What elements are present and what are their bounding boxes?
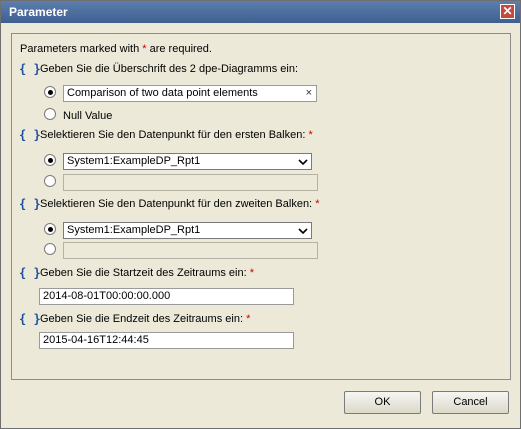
clear-icon[interactable]: ×: [306, 87, 312, 99]
parameter-panel: Parameters marked with * are required. {…: [11, 33, 511, 380]
dialog-title: Parameter: [9, 5, 68, 19]
ok-button[interactable]: OK: [344, 391, 421, 414]
first-dp-custom-input[interactable]: [63, 174, 318, 191]
param-braces-icon: { }: [19, 128, 41, 142]
param-braces-icon: { }: [19, 266, 41, 280]
start-time-input[interactable]: 2014-08-01T00:00:00.000: [39, 288, 294, 305]
end-time-input[interactable]: 2015-04-16T12:44:45: [39, 332, 294, 349]
heading-input[interactable]: Comparison of two data point elements ×: [63, 85, 317, 102]
title-bar[interactable]: Parameter ✕: [1, 1, 520, 23]
start-time-label: Geben Sie die Startzeit des Zeitraums ei…: [40, 267, 255, 279]
second-dp-custom-input[interactable]: [63, 242, 318, 259]
chevron-down-icon: [298, 228, 308, 235]
cancel-button[interactable]: Cancel: [432, 391, 509, 414]
heading-value-radio[interactable]: [44, 86, 56, 98]
chevron-down-icon: [298, 159, 308, 166]
required-note: Parameters marked with * are required.: [20, 43, 212, 55]
parameter-dialog: Parameter ✕ Parameters marked with * are…: [0, 0, 521, 429]
end-time-label: Geben Sie die Endzeit des Zeitraums ein:…: [40, 313, 251, 325]
second-dp-label: Selektieren Sie den Datenpunkt für den z…: [40, 198, 320, 210]
close-button[interactable]: ✕: [500, 4, 515, 19]
param-braces-icon: { }: [19, 62, 41, 76]
param-braces-icon: { }: [19, 312, 41, 326]
first-dp-label: Selektieren Sie den Datenpunkt für den e…: [40, 129, 313, 141]
null-value-label: Null Value: [63, 110, 113, 122]
heading-param-label: Geben Sie die Überschrift des 2 dpe-Diag…: [40, 63, 299, 75]
param-braces-icon: { }: [19, 197, 41, 211]
first-dp-select-radio[interactable]: [44, 154, 56, 166]
second-dp-dropdown[interactable]: System1:ExampleDP_Rpt1: [63, 222, 312, 239]
close-icon: ✕: [502, 4, 513, 18]
first-dp-custom-radio[interactable]: [44, 175, 56, 187]
second-dp-custom-radio[interactable]: [44, 243, 56, 255]
heading-null-radio[interactable]: [44, 108, 56, 120]
second-dp-select-radio[interactable]: [44, 223, 56, 235]
first-dp-dropdown[interactable]: System1:ExampleDP_Rpt1: [63, 153, 312, 170]
